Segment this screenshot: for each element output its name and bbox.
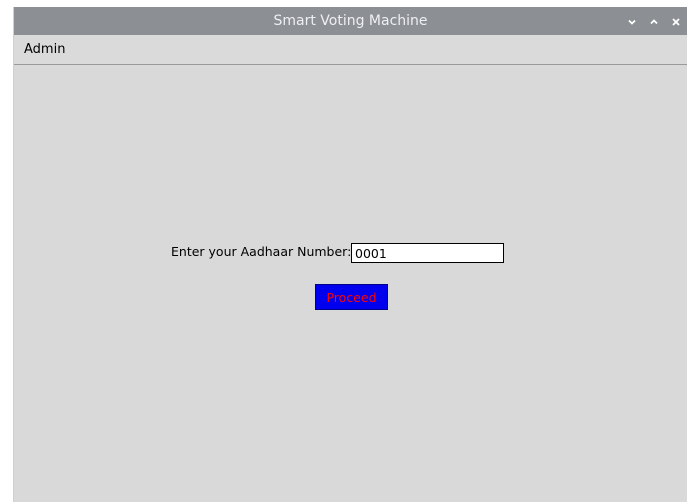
title-bar[interactable]: Smart Voting Machine [14, 7, 687, 35]
chevron-up-icon [649, 12, 659, 31]
aadhaar-input[interactable] [351, 243, 504, 263]
window-controls [621, 7, 687, 35]
minimize-button[interactable] [621, 7, 643, 35]
menu-bar: Admin [14, 35, 687, 65]
chevron-down-icon [627, 12, 637, 31]
app-window: Smart Voting Machine Admin Enter your Aa… [13, 7, 687, 502]
proceed-button[interactable]: Proceed [315, 284, 388, 310]
menu-item-admin[interactable]: Admin [22, 35, 67, 64]
close-icon [671, 12, 681, 31]
desktop-screen: Smart Voting Machine Admin Enter your Aa… [0, 0, 688, 502]
close-button[interactable] [665, 7, 687, 35]
aadhaar-label: Enter your Aadhaar Number: [171, 244, 352, 259]
maximize-button[interactable] [643, 7, 665, 35]
window-title: Smart Voting Machine [273, 13, 428, 29]
